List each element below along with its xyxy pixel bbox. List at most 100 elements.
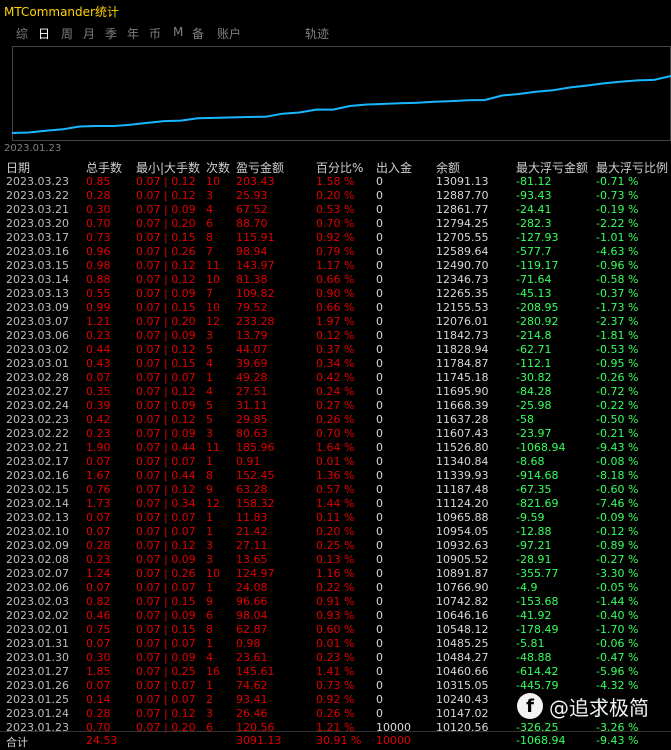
table-row[interactable]: 2023.02.07 1.24 0.07 | 0.26 10 124.97 1.16 % 0… — [0, 567, 671, 581]
table-row[interactable]: 2023.02.13 0.07 0.07 | 0.07 1 11.83 0.11 % 0 10… — [0, 511, 671, 525]
table-cell: 0.07 | 0.12 — [136, 385, 196, 398]
table-row[interactable]: 2023.02.28 0.07 0.07 | 0.07 1 49.28 0.42 % 0 11… — [0, 371, 671, 385]
col-max-floating-loss-ratio[interactable]: 最大浮亏比例 — [596, 159, 668, 176]
col-balance[interactable]: 余额 — [436, 159, 460, 176]
table-row[interactable]: 2023.03.20 0.70 0.07 | 0.20 6 88.70 0.70 % 0 12… — [0, 217, 671, 231]
table-row[interactable]: 2023.01.30 0.30 0.07 | 0.09 4 23.61 0.23 % 0 10… — [0, 651, 671, 665]
table-row[interactable]: 2023.02.10 0.07 0.07 | 0.07 1 21.42 0.20 % 0 10… — [0, 525, 671, 539]
table-cell: 0 — [376, 469, 383, 482]
table-row[interactable]: 2023.02.22 0.23 0.07 | 0.09 3 80.63 0.70 % 0 11… — [0, 427, 671, 441]
table-cell: -112.1 — [516, 357, 552, 370]
table-cell: 12861.77 — [436, 203, 489, 216]
col-percent[interactable]: 百分比% — [316, 159, 363, 176]
tab-trace[interactable]: 轨迹 — [305, 25, 329, 42]
tab-quarter[interactable]: 季 — [105, 25, 117, 42]
tab-account[interactable]: 账户 — [217, 25, 241, 42]
col-pnl[interactable]: 盈亏金额 — [236, 159, 284, 176]
table-cell: 6 — [206, 609, 213, 622]
table-row[interactable]: 2023.02.27 0.35 0.07 | 0.12 4 27.51 0.24 % 0 11… — [0, 385, 671, 399]
table-cell: 2023.03.20 — [6, 217, 69, 230]
table-row[interactable]: 2023.02.08 0.23 0.07 | 0.09 3 13.65 0.13 % 0 10… — [0, 553, 671, 567]
table-row[interactable]: 2023.03.23 0.85 0.07 | 0.12 10 203.43 1.58 % 0… — [0, 175, 671, 189]
table-row[interactable]: 2023.03.09 0.99 0.07 | 0.15 10 79.52 0.66 % 0 1… — [0, 301, 671, 315]
table-cell: 11.83 — [236, 511, 268, 524]
tab-m[interactable]: M — [173, 25, 183, 39]
table-row[interactable]: 2023.03.22 0.28 0.07 | 0.12 3 25.93 0.20 % 0 12… — [0, 189, 671, 203]
table-row[interactable]: 2023.03.17 0.73 0.07 | 0.15 8 115.91 0.92 % 0 1… — [0, 231, 671, 245]
table-row[interactable]: 2023.02.03 0.82 0.07 | 0.15 9 96.66 0.91 % 0 10… — [0, 595, 671, 609]
table-row[interactable]: 2023.02.21 1.90 0.07 | 0.44 11 185.96 1.64 % 0… — [0, 441, 671, 455]
table-row[interactable]: 2023.02.02 0.46 0.07 | 0.09 6 98.04 0.93 % 0 10… — [0, 609, 671, 623]
table-cell: 124.97 — [236, 567, 275, 580]
table-row[interactable]: 2023.03.01 0.43 0.07 | 0.15 4 39.69 0.34 % 0 11… — [0, 357, 671, 371]
table-cell: 0.85 — [86, 175, 111, 188]
table-cell: 152.45 — [236, 469, 275, 482]
col-max-floating-loss[interactable]: 最大浮亏金额 — [516, 159, 588, 176]
table-cell: 0.98 — [236, 637, 261, 650]
tab-currency[interactable]: 币 — [149, 25, 161, 42]
table-cell: 2023.02.17 — [6, 455, 69, 468]
table-cell: 9 — [206, 483, 213, 496]
table-row[interactable]: 2023.03.07 1.21 0.07 | 0.20 12 233.28 1.97 % 0… — [0, 315, 671, 329]
table-row[interactable]: 2023.02.23 0.42 0.07 | 0.12 5 29.85 0.26 % 0 11… — [0, 413, 671, 427]
table-cell: 0.39 — [86, 399, 111, 412]
total-max-floating-loss: -1068.94 — [516, 734, 566, 747]
table-row[interactable]: 2023.02.01 0.75 0.07 | 0.15 8 62.87 0.60 % 0 10… — [0, 623, 671, 637]
tab-month[interactable]: 月 — [83, 25, 95, 42]
table-cell: 0.91 — [236, 455, 261, 468]
col-min-max-lots[interactable]: 最小|大手数 — [136, 159, 200, 176]
table-cell: 10742.82 — [436, 595, 489, 608]
tab-note[interactable]: 备 — [192, 25, 204, 42]
table-row[interactable]: 2023.03.06 0.23 0.07 | 0.09 3 13.79 0.12 % 0 11… — [0, 329, 671, 343]
table-cell: 44.07 — [236, 343, 268, 356]
table-cell: 7 — [206, 287, 213, 300]
table-cell: -0.27 % — [596, 553, 639, 566]
table-row[interactable]: 2023.03.16 0.96 0.07 | 0.26 7 98.94 0.79 % 0 12… — [0, 245, 671, 259]
table-row[interactable]: 2023.03.21 0.30 0.07 | 0.09 4 67.52 0.53 % 0 12… — [0, 203, 671, 217]
table-cell: -93.43 — [516, 189, 552, 202]
table-cell: 1.36 % — [316, 469, 355, 482]
table-cell: 2023.02.06 — [6, 581, 69, 594]
table-row[interactable]: 2023.02.16 1.67 0.07 | 0.44 8 152.45 1.36 % 0 1… — [0, 469, 671, 483]
tab-summary[interactable]: 综 — [16, 25, 28, 42]
table-cell: 0 — [376, 399, 383, 412]
table-cell: 2023.03.22 — [6, 189, 69, 202]
tab-week[interactable]: 周 — [61, 25, 73, 42]
col-count[interactable]: 次数 — [206, 159, 230, 176]
table-row[interactable]: 2023.02.17 0.07 0.07 | 0.07 1 0.91 0.01 % 0 113… — [0, 455, 671, 469]
table-cell: 0 — [376, 385, 383, 398]
col-deposit[interactable]: 出入金 — [376, 159, 412, 176]
table-cell: -0.12 % — [596, 525, 639, 538]
table-cell: 2023.01.25 — [6, 693, 69, 706]
table-row[interactable]: 2023.02.09 0.28 0.07 | 0.12 3 27.11 0.25 % 0 10… — [0, 539, 671, 553]
table-cell: 0.07 | 0.09 — [136, 203, 196, 216]
table-cell: 233.28 — [236, 315, 275, 328]
col-total-lots[interactable]: 总手数 — [86, 159, 122, 176]
table-row[interactable]: 2023.02.06 0.07 0.07 | 0.07 1 24.08 0.22 % 0 10… — [0, 581, 671, 595]
table-cell: 2023.02.07 — [6, 567, 69, 580]
table-cell: -3.30 % — [596, 567, 639, 580]
table-row[interactable]: 2023.03.14 0.88 0.07 | 0.12 10 81.38 0.66 % 0 1… — [0, 273, 671, 287]
table-row[interactable]: 2023.03.02 0.44 0.07 | 0.12 5 44.07 0.37 % 0 11… — [0, 343, 671, 357]
table-cell: 12490.70 — [436, 259, 489, 272]
table-cell: 2023.03.06 — [6, 329, 69, 342]
table-row[interactable]: 2023.03.15 0.98 0.07 | 0.12 11 143.97 1.17 % 0… — [0, 259, 671, 273]
table-row[interactable]: 2023.02.15 0.76 0.07 | 0.12 9 63.28 0.57 % 0 11… — [0, 483, 671, 497]
table-row[interactable]: 2023.02.24 0.39 0.07 | 0.09 5 31.11 0.27 % 0 11… — [0, 399, 671, 413]
table-cell: -0.95 % — [596, 357, 639, 370]
col-date[interactable]: 日期 — [6, 159, 30, 176]
table-cell: 0.92 % — [316, 693, 355, 706]
table-row[interactable]: 2023.03.13 0.55 0.07 | 0.09 7 109.82 0.90 % 0 1… — [0, 287, 671, 301]
table-cell: 0.07 | 0.12 — [136, 175, 196, 188]
table-row[interactable]: 2023.01.31 0.07 0.07 | 0.07 1 0.98 0.01 % 0 104… — [0, 637, 671, 651]
table-cell: 0.07 | 0.15 — [136, 595, 196, 608]
table-row[interactable]: 2023.01.27 1.85 0.07 | 0.25 16 145.61 1.41 % 0… — [0, 665, 671, 679]
tab-year[interactable]: 年 — [127, 25, 139, 42]
table-cell: 0.07 | 0.07 — [136, 525, 196, 538]
table-cell: 0.07 | 0.44 — [136, 469, 196, 482]
table-cell: 5 — [206, 343, 213, 356]
table-cell: 0.25 % — [316, 539, 355, 552]
table-row[interactable]: 2023.02.14 1.73 0.07 | 0.34 12 158.32 1.44 % 0… — [0, 497, 671, 511]
tab-day[interactable]: 日 — [38, 25, 50, 42]
table-cell: 3 — [206, 329, 213, 342]
